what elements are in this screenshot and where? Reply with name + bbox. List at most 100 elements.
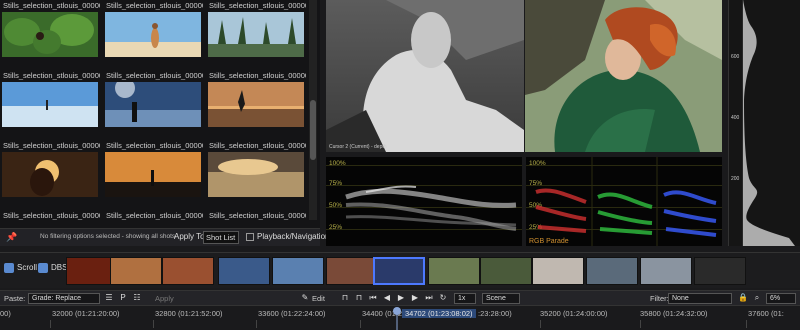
step-forward-icon[interactable]: ▶: [410, 293, 420, 303]
filter-select[interactable]: None: [668, 293, 732, 304]
scene-select[interactable]: Scene: [482, 293, 520, 304]
edit-icon[interactable]: ✎: [300, 293, 310, 303]
speed-select[interactable]: 1x: [454, 293, 476, 304]
timecode-label: 32800 (01:21:52:00): [155, 309, 223, 318]
depth-map-image: [326, 0, 524, 152]
gallery-item[interactable]: Stills_selection_stlouis_0000047.jp: [103, 210, 203, 228]
parade-caption: RGB Parade: [529, 238, 569, 245]
depth-caption: Cursor 2 (Current) - depth: [329, 144, 387, 150]
apply-button[interactable]: Apply: [155, 294, 174, 303]
histogram-tick: 600: [731, 54, 740, 60]
timeline[interactable]: 00) 32000 (01:21:20:00) 32800 (01:21:52:…: [0, 305, 800, 330]
strip-thumb[interactable]: [162, 257, 214, 285]
timeline-tick: [50, 320, 51, 328]
gallery-item[interactable]: Stills_selection_stlouis_0000036.jp: [0, 0, 100, 60]
gallery-item-label: Stills_selection_stlouis_0000039.jp: [3, 71, 100, 80]
histogram-curve: [742, 0, 795, 246]
strip-thumb[interactable]: [110, 257, 162, 285]
gallery-scroll-thumb[interactable]: [310, 100, 316, 160]
apply-to-label: Apply To:: [174, 232, 207, 241]
dbs-toggle[interactable]: DBS: [38, 260, 67, 275]
scroll-toggle[interactable]: Scroll: [4, 260, 37, 275]
strip-thumb[interactable]: [326, 257, 378, 285]
filter-label: Filter:: [650, 294, 669, 303]
gallery-item-label: Stills_selection_stlouis_0000042.jp: [3, 141, 100, 150]
photo-viewer[interactable]: [525, 0, 722, 152]
timeline-tick: [256, 320, 257, 328]
gallery-item[interactable]: Stills_selection_stlouis_0000042.jp: [0, 140, 100, 200]
gallery-item[interactable]: Stills_selection_stlouis_0000040.jp: [103, 70, 203, 130]
shot-strip: Scroll DBS: [0, 252, 800, 288]
mark-icon[interactable]: ⊓: [354, 293, 364, 303]
zoom-icon[interactable]: ⌕: [752, 293, 762, 303]
gallery-item[interactable]: Stills_selection_stlouis_0000041.jp: [206, 70, 306, 130]
edit-button[interactable]: Edit: [312, 294, 325, 303]
gallery-scrollbar[interactable]: [309, 0, 317, 220]
timecode-label: 35200 (01:24:00:00): [540, 309, 608, 318]
timecode-label: :23:28:00): [478, 309, 512, 318]
playhead-marker[interactable]: [392, 306, 402, 330]
bracket-icon[interactable]: ⊓: [340, 293, 350, 303]
thumb-7: [2, 152, 98, 197]
gallery-item[interactable]: Stills_selection_stlouis_0000044.jp: [103, 140, 203, 200]
timecode-label: 35800 (01:24:32:00): [640, 309, 708, 318]
gallery-item[interactable]: Stills_selection_stlouis_0000045.jp: [206, 140, 306, 200]
strip-thumb[interactable]: [428, 257, 480, 285]
timeline-tick: [153, 320, 154, 328]
strip-thumb-selected[interactable]: [373, 257, 425, 285]
timeline-tick: [540, 320, 541, 328]
lock-icon[interactable]: 🔒: [738, 293, 748, 303]
histogram-tick: 400: [731, 115, 740, 121]
clipboard-icon[interactable]: ☰: [104, 293, 114, 303]
gallery-item-label: Stills_selection_stlouis_0000045.jp: [209, 141, 306, 150]
gallery-item-label: Stills_selection_stlouis_0000040.jp: [106, 71, 203, 80]
gallery-item[interactable]: Stills_selection_stlouis_0000037.jp: [103, 0, 203, 60]
gallery-item[interactable]: Stills_selection_stlouis_0000046.jp: [0, 210, 100, 228]
histogram-tick: 200: [731, 176, 740, 182]
current-timecode: 34702 (01:23:08:02): [402, 309, 476, 318]
gallery-item-label: Stills_selection_stlouis_0000036.jp: [3, 1, 100, 10]
gallery-bar: 📌 No filtering options selected - showin…: [0, 228, 329, 246]
step-back-icon[interactable]: ◀: [382, 293, 392, 303]
play-icon[interactable]: ▶: [396, 293, 406, 303]
loop-icon[interactable]: ↻: [438, 293, 448, 303]
gallery-item[interactable]: Stills_selection_stlouis_0000048.jp: [206, 210, 306, 228]
gallery-item-label: Stills_selection_stlouis_0000048.jp: [209, 211, 306, 220]
strip-thumb[interactable]: [640, 257, 692, 285]
gallery-item[interactable]: Stills_selection_stlouis_0000039.jp: [0, 70, 100, 130]
gallery-item-label: Stills_selection_stlouis_0000037.jp: [106, 1, 203, 10]
gallery-item-label: Stills_selection_stlouis_0000044.jp: [106, 141, 203, 150]
dbs-label: DBS: [51, 263, 68, 272]
strip-thumb[interactable]: [532, 257, 584, 285]
paste-mode-select[interactable]: Grade: Replace: [28, 293, 100, 304]
filter-status-text: No filtering options selected - showing …: [40, 233, 176, 240]
strip-thumb[interactable]: [218, 257, 270, 285]
thumb-9: [208, 152, 304, 197]
lock-icon: [4, 262, 14, 273]
go-end-icon[interactable]: ⏭: [424, 293, 434, 303]
paste-label: Paste:: [4, 294, 26, 303]
toolbar: Paste: Grade: Replace ☰ P ☷ Apply ✎ Edit…: [0, 290, 800, 305]
shot-gallery: Stills_selection_stlouis_0000036.jp Stil…: [0, 0, 320, 228]
paste-icon[interactable]: P: [118, 293, 128, 303]
strip-thumb[interactable]: [694, 257, 746, 285]
depth-viewer[interactable]: Cursor 2 (Current) - depth: [326, 0, 524, 152]
waveform-scope: 100% 75% 50% 25%: [326, 157, 522, 246]
thumb-5: [105, 82, 201, 127]
pin-icon[interactable]: 📌: [6, 232, 17, 243]
grade-icon[interactable]: ☷: [132, 293, 142, 303]
apply-to-select[interactable]: Shot List: [203, 231, 239, 244]
photo-image: [525, 0, 722, 152]
gallery-item-label: Stills_selection_stlouis_0000046.jp: [3, 211, 100, 220]
gallery-item[interactable]: Stills_selection_stlouis_0000038.jp: [206, 0, 306, 60]
playback-checkbox[interactable]: [246, 233, 254, 241]
thumb-3: [208, 12, 304, 57]
thumb-4: [2, 82, 98, 127]
strip-thumb[interactable]: [480, 257, 532, 285]
strip-thumb[interactable]: [586, 257, 638, 285]
strip-thumb[interactable]: [272, 257, 324, 285]
zoom-select[interactable]: 6%: [766, 293, 796, 304]
timeline-tick: [746, 320, 747, 328]
timecode-label: 33600 (01:22:24:00): [258, 309, 326, 318]
go-start-icon[interactable]: ⏮: [368, 293, 378, 303]
